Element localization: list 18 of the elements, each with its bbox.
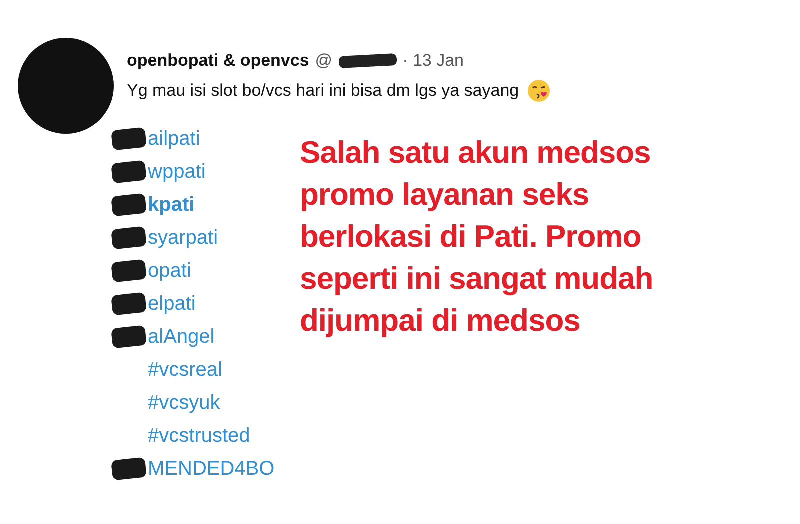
hashtag-link[interactable]: syarpati (148, 222, 218, 252)
hashtag-link[interactable]: #vcsyuk (148, 388, 220, 418)
hashtag-link[interactable]: kpati (148, 190, 195, 220)
hashtag-link[interactable]: #vcsreal (148, 354, 222, 384)
hashtag-link[interactable]: MENDED4BO (148, 454, 275, 484)
caption-text: Salah satu akun medsos promo layanan seks berlokasi di Pati. Promo seperti ini sangat mudah dijumpai di medsos (300, 134, 654, 340)
hashtag-link[interactable]: ailpati (148, 124, 200, 154)
author-handle[interactable]: @ (315, 50, 333, 72)
hashtag-link[interactable]: opati (148, 256, 192, 286)
hashtag-link[interactable]: alAngel (148, 322, 215, 352)
tweet-text: Yg mau isi slot bo/vcs hari ini bisa dm lgs ya sayang (127, 80, 520, 102)
hashtag-link[interactable]: elpati (148, 288, 196, 318)
author-name[interactable]: openbopati & openvcs (127, 50, 310, 72)
hashtag-link[interactable]: #vcstrusted (148, 420, 250, 450)
kiss-emoji-icon (527, 79, 552, 103)
redaction-mark (338, 54, 397, 68)
hashtag-link[interactable]: wppati (148, 156, 206, 186)
tweet-date[interactable]: · 13 Jan (402, 50, 464, 72)
